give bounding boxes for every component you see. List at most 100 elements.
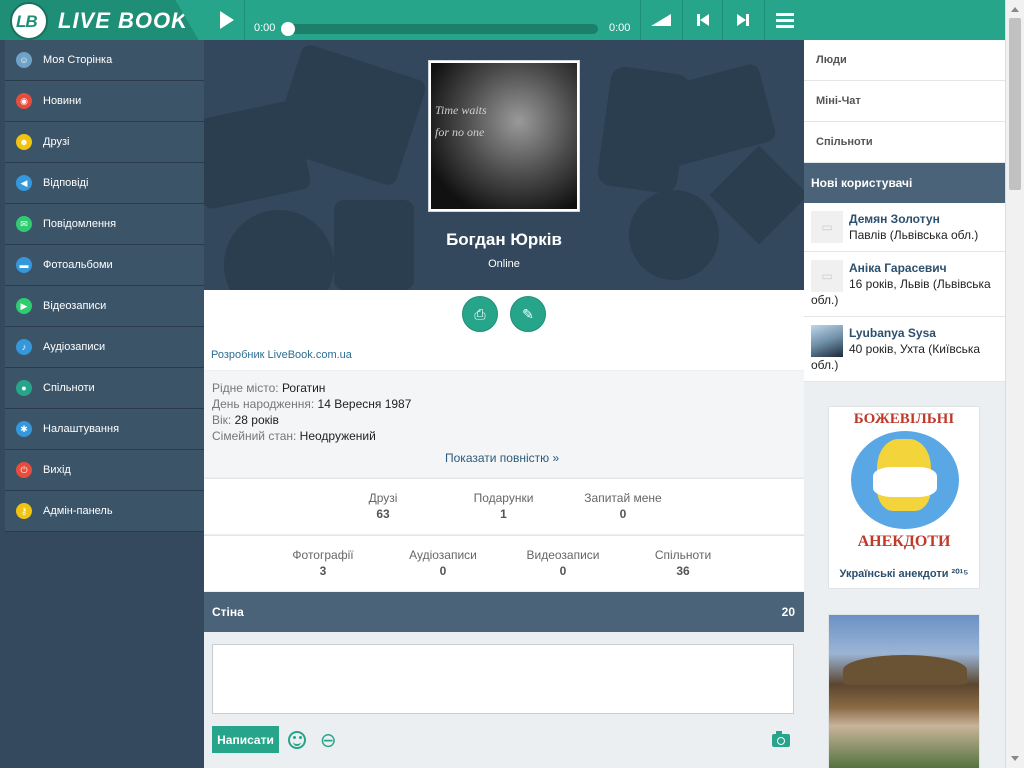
ad-banner-house[interactable] [828, 614, 980, 768]
sidebar-item-label: Вихід [43, 464, 71, 476]
info-hometown: Рідне місто: Рогатин [212, 381, 326, 395]
stats-row-1: Друзі 63 Подарунки 1 Запитай мене 0 [204, 478, 804, 534]
profile-main: Time waits for no one Богдан Юрків Onlin… [204, 40, 804, 768]
power-icon: ⏻ [16, 462, 32, 478]
sidebar-item-4[interactable]: ✉ Повідомлення [5, 204, 204, 245]
profile-avatar[interactable]: Time waits for no one [428, 60, 580, 212]
ad-caption[interactable]: Українські анекдоти ²⁰¹⁵ [829, 567, 979, 580]
volume-button[interactable] [640, 0, 680, 40]
folder-icon: ▬ [16, 257, 32, 273]
play-button[interactable] [205, 0, 245, 40]
logo[interactable]: LB LIVE BOOK [0, 0, 205, 40]
ad-banner-jokes[interactable]: БОЖЕВІЛЬНІ АНЕКДОТИ Українські анекдоти … [828, 406, 980, 589]
wall-composer: Написати ⊘ [204, 632, 804, 768]
edit-profile-button[interactable]: ✎ [510, 296, 546, 332]
page-scrollbar[interactable] [1005, 0, 1024, 768]
info-marital: Сімейний стан: Неодружений [212, 429, 376, 443]
left-sidebar: ☺ Моя Сторінка ◉ Новини ☻ Друзі ◀ Відповіді ✉ Пов… [0, 40, 204, 768]
avatar-photo: Time waits for no one [431, 63, 577, 209]
profile-info: Рідне місто: Рогатин День народження: 14… [204, 371, 804, 477]
sidebar-item-2[interactable]: ☻ Друзі [5, 122, 204, 163]
right-nav-communities[interactable]: Спільноти [804, 122, 1005, 163]
right-nav-people[interactable]: Люди [804, 40, 1005, 81]
scroll-up-arrow-icon[interactable] [1011, 7, 1019, 12]
gift-button[interactable]: ⎙ [462, 296, 498, 332]
time-current: 0:00 [254, 22, 276, 34]
gear-icon: ✱ [16, 421, 32, 437]
avatar-caption-line-1: Time waits [435, 103, 487, 117]
attach-icon[interactable]: ⊘ [314, 726, 344, 756]
stat-communities[interactable]: Спільноти 36 [650, 548, 716, 578]
scroll-down-arrow-icon[interactable] [1011, 756, 1019, 761]
sidebar-item-7[interactable]: ♪ Аудіозаписи [5, 327, 204, 368]
sidebar-item-label: Фотоальбоми [43, 259, 113, 271]
profile-cover: Time waits for no one Богдан Юрків Onlin… [204, 40, 804, 290]
key-icon: ⚷ [16, 503, 32, 519]
wall-post-input[interactable] [212, 644, 794, 714]
new-user-item[interactable]: Lyubanya Sysa 40 років, Ухта (Київська о… [804, 317, 1005, 382]
stat-friends[interactable]: Друзі 63 [354, 491, 412, 521]
progress-knob[interactable] [281, 22, 295, 36]
broadcast-icon: ◉ [16, 93, 32, 109]
profile-about-link[interactable]: Розробник LiveBook.com.ua [211, 349, 352, 361]
hamburger-icon [775, 10, 794, 31]
profile-name: Богдан Юрків [446, 230, 562, 249]
next-track-button[interactable] [722, 0, 762, 40]
right-nav-mini-chat[interactable]: Міні-Чат [804, 81, 1005, 122]
new-user-name[interactable]: Lyubanya Sysa [849, 326, 936, 340]
sidebar-item-label: Новини [43, 95, 82, 107]
brush-icon: ✎ [522, 305, 534, 322]
stats-row-2: Фотографії 3 Аудіозаписи 0 Видеозаписи 0 Сп… [204, 535, 804, 591]
scroll-thumb[interactable] [1009, 18, 1021, 190]
profile-actions: ⎙ ✎ Розробник LiveBook.com.ua [204, 290, 804, 370]
playlist-menu-button[interactable] [764, 0, 804, 40]
sidebar-item-9[interactable]: ✱ Налаштування [5, 409, 204, 450]
info-birthday: День народження: 14 Вересня 1987 [212, 397, 412, 411]
post-button[interactable]: Написати [212, 726, 279, 753]
stat-videos[interactable]: Видеозаписи 0 [522, 548, 604, 578]
audio-progress-bar[interactable] [281, 22, 598, 36]
user-icon: ☺ [16, 52, 32, 68]
show-all-link[interactable]: Показати повністю » [445, 450, 559, 466]
sidebar-item-label: Друзі [43, 136, 70, 148]
sidebar-item-label: Налаштування [43, 423, 120, 435]
new-user-name[interactable]: Демян Золотун [849, 212, 940, 226]
new-user-avatar [811, 325, 843, 357]
ad-title-top: БОЖЕВІЛЬНІ [853, 411, 955, 427]
sidebar-item-10[interactable]: ⏻ Вихід [5, 450, 204, 491]
time-total: 0:00 [609, 22, 631, 34]
previous-icon [696, 14, 709, 26]
emoji-icon[interactable] [288, 731, 306, 749]
new-user-name[interactable]: Аніка Гарасевич [849, 261, 947, 275]
stat-photos[interactable]: Фотографії 3 [286, 548, 360, 578]
wall-title: Стіна [212, 605, 244, 619]
ad-house-roof [843, 655, 967, 685]
sidebar-item-1[interactable]: ◉ Новини [5, 81, 204, 122]
logo-text: LIVE BOOK [58, 8, 189, 33]
sidebar-item-5[interactable]: ▬ Фотоальбоми [5, 245, 204, 286]
new-user-item[interactable]: ▭ Демян Золотун Павлів (Львівська обл.) [804, 203, 1005, 252]
new-users-title: Нові користувачі [804, 163, 1005, 203]
stat-ask-me[interactable]: Запитай мене 0 [578, 491, 668, 521]
new-user-item[interactable]: ▭ Аніка Гарасевич 16 років, Львів (Львів… [804, 252, 1005, 317]
play-icon [220, 11, 234, 29]
sidebar-item-6[interactable]: ▶ Відеозаписи [5, 286, 204, 327]
stat-audios[interactable]: Аудіозаписи 0 [404, 548, 482, 578]
smile-icon: ☻ [16, 134, 32, 150]
sidebar-item-11[interactable]: ⚷ Адмін-панель [5, 491, 204, 532]
camera-icon[interactable] [772, 731, 790, 747]
play-circle-icon: ▶ [16, 298, 32, 314]
sidebar-item-label: Моя Сторінка [43, 54, 113, 66]
sidebar-item-3[interactable]: ◀ Відповіді [5, 163, 204, 204]
cover-pattern-shape [224, 210, 334, 290]
sidebar-item-8[interactable]: ● Спільноти [5, 368, 204, 409]
wall-header: Стіна 20 [204, 592, 804, 632]
sidebar-item-0[interactable]: ☺ Моя Сторінка [5, 40, 204, 81]
megaphone-icon: ◀ [16, 175, 32, 191]
previous-track-button[interactable] [682, 0, 722, 40]
globe-icon: ● [16, 380, 32, 396]
right-sidebar: Люди Міні-Чат Спільноти Нові користувачі… [804, 40, 1005, 768]
ad-image [829, 615, 979, 768]
mail-icon: ✉ [16, 216, 32, 232]
stat-gifts[interactable]: Подарунки 1 [466, 491, 541, 521]
